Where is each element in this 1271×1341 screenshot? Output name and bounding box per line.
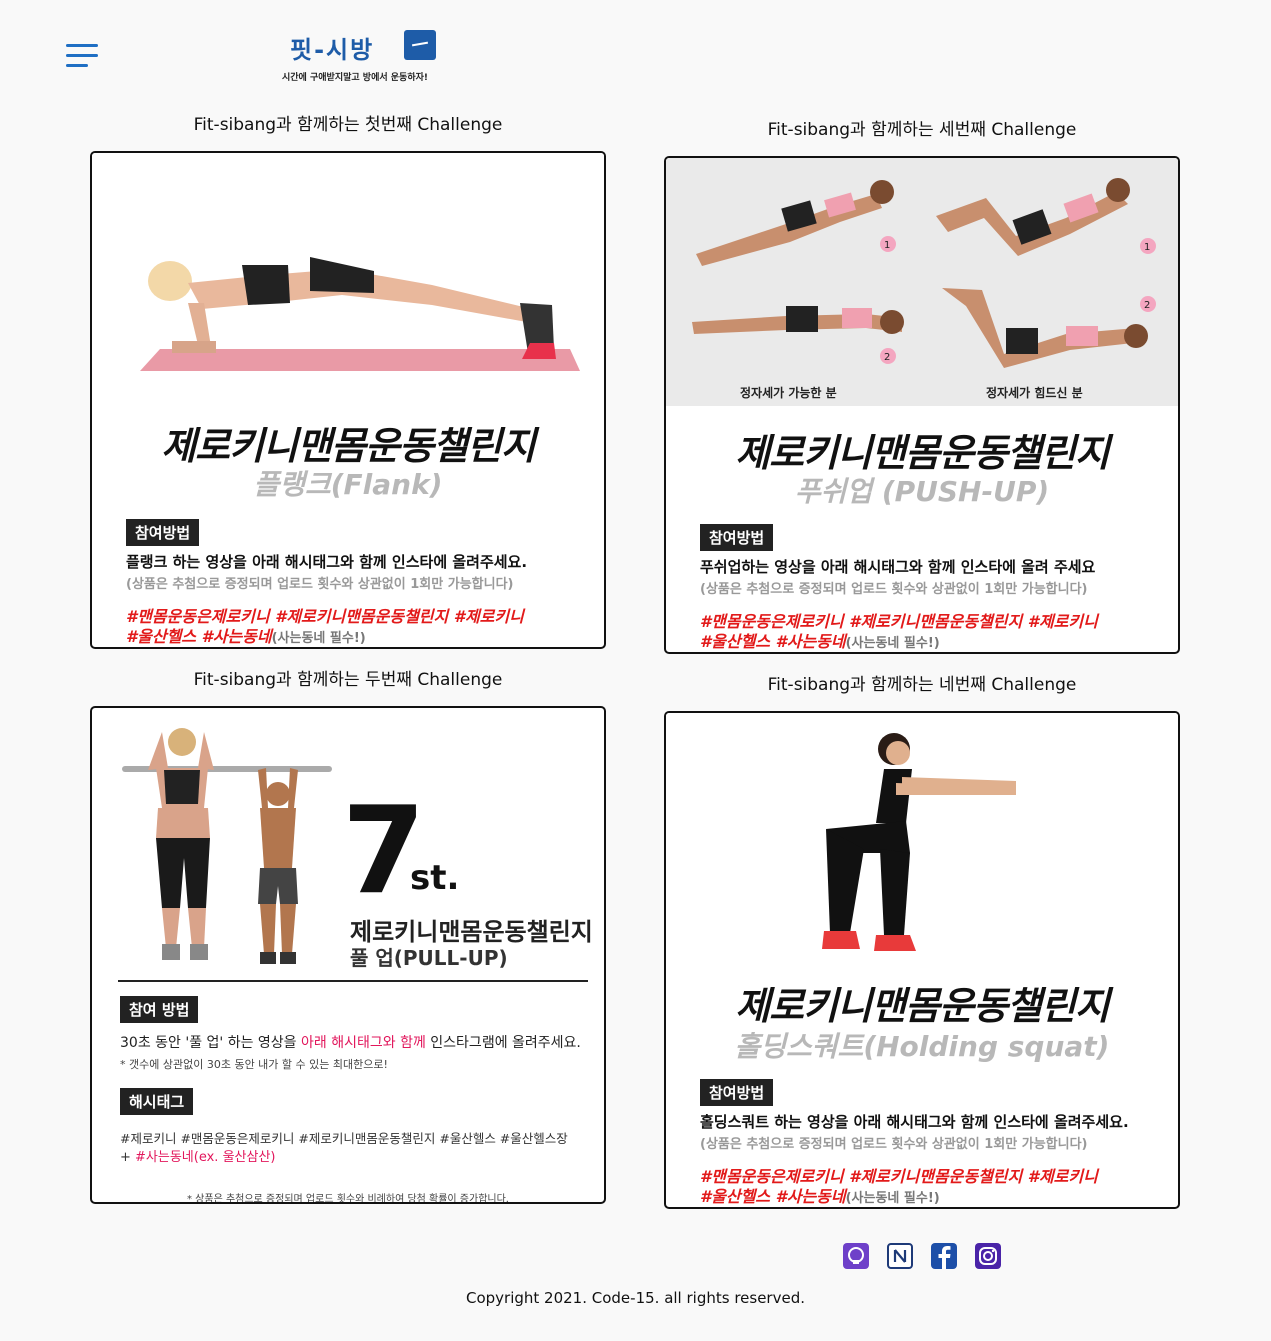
photo-caption-right: 정자세가 힘드신 분 xyxy=(986,386,1083,400)
divider xyxy=(118,980,588,982)
hashtags-text: #울산헬스 #사는동네 xyxy=(700,1187,846,1206)
plank-photo xyxy=(92,153,604,393)
pullup-photo xyxy=(122,728,332,964)
logo-badge-icon xyxy=(404,30,436,60)
challenge-headline: 제로키니맨몸운동챌린지 xyxy=(735,984,1110,1028)
svg-text:2: 2 xyxy=(884,352,890,363)
instruction-text: 홀딩스쿼트 하는 영상을 아래 해시태그와 함께 인스타에 올려주세요. xyxy=(700,1113,1129,1131)
challenge-card-2: Fit-sibang과 함께하는 두번째 Challenge 7 st. 제로키… xyxy=(90,668,606,1204)
logo-subtitle: 시간에 구애받지말고 방에서 운동하자! xyxy=(282,73,428,83)
footnote: * 상품은 추첨으로 증정되며 업로드 횟수와 비례하여 당첨 확률이 증가합니… xyxy=(187,1194,509,1204)
svg-text:1: 1 xyxy=(884,240,890,251)
challenge-image[interactable]: 제로키니맨몸운동챌린지 홀딩스쿼트(Holding squat) 참여방법 홀딩… xyxy=(664,711,1180,1209)
note-text: (상품은 추첨으로 증정되며 업로드 횟수와 상관없이 1회만 가능합니다) xyxy=(700,582,1088,597)
hashtags-note: (사는동네 필수!) xyxy=(845,1191,940,1206)
hashtags-note: (사는동네 필수!) xyxy=(845,636,940,651)
challenge-image[interactable]: 제로키니맨몸운동챌린지 플랭크(Flank) 참여방법 플랭크 하는 영상을 아… xyxy=(90,151,606,649)
instruction-part-a: 30초 동안 '풀 업' 하는 영상을 xyxy=(120,1035,302,1051)
hashtags-note: (사는동네 필수!) xyxy=(271,631,366,646)
svg-text:1: 1 xyxy=(1144,242,1150,253)
challenge-card-4: Fit-sibang과 함께하는 네번째 Challenge 제로키니맨몸운동챌… xyxy=(664,673,1180,1209)
hashtags-line-2: #울산헬스 #사는동네(사는동네 필수!) xyxy=(126,623,366,647)
instruction-text: 푸쉬업하는 영상을 아래 해시태그와 함께 인스타에 올려 주세요 xyxy=(700,558,1096,576)
challenge-subheadline: 플랭크(Flank) xyxy=(253,468,443,501)
challenge-image[interactable]: 7 st. 제로키니맨몸운동챌린지 풀 업(PULL-UP) 참여 방법 30초… xyxy=(90,706,606,1204)
instruction-text: 플랭크 하는 영상을 아래 해시태그와 함께 인스타에 올려주세요. xyxy=(126,553,528,571)
challenge-title: Fit-sibang과 함께하는 네번째 Challenge xyxy=(767,675,1077,695)
challenge-headline: 제로키니맨몸운동챌린지 xyxy=(161,424,536,468)
hamburger-menu-icon[interactable] xyxy=(66,42,100,72)
instruction-text: 30초 동안 '풀 업' 하는 영상을 아래 해시태그와 함께 인스타그램에 올… xyxy=(120,1032,581,1052)
hashtag-label: 해시태그 xyxy=(120,1088,194,1115)
notion-icon[interactable] xyxy=(887,1243,913,1269)
hashtags-plus: + xyxy=(120,1150,136,1165)
note-text: (상품은 추첨으로 증정되며 업로드 횟수와 상관없이 1회만 가능합니다) xyxy=(126,577,514,592)
hashtags-line-1: #제로키니 #맨몸운동은제로키니 #제로키니맨몸운동챌린지 #울산헬스 #울산헬… xyxy=(120,1131,568,1146)
participation-label: 참여방법 xyxy=(700,1079,774,1106)
hashtags-line-2: + #사는동네(ex. 울산삼산) xyxy=(120,1146,275,1165)
challenge-subheadline: 푸쉬업 (PUSH-UP) xyxy=(794,475,1050,508)
logo-title: 핏-시방 xyxy=(290,36,375,64)
note-text: * 갯수에 상관없이 30초 동안 내가 할 수 있는 최대한으로! xyxy=(120,1058,388,1071)
photo-caption-left: 정자세가 가능한 분 xyxy=(740,386,837,400)
hashtags-text: #울산헬스 #사는동네 xyxy=(126,627,272,646)
challenge-image[interactable]: 1 2 1 2 정자세가 가능한 분 정자세가 힘드신 분 제로키니맨몸운동챌린… xyxy=(664,156,1180,654)
hashtags-text: #사는동네(ex. 울산삼산) xyxy=(135,1150,276,1165)
site-logo[interactable]: 핏-시방 시간에 구애받지말고 방에서 운동하자! xyxy=(280,28,460,86)
participation-label: 참여 방법 xyxy=(120,996,199,1023)
challenge-headline: 제로키니맨몸운동챌린지 xyxy=(735,431,1110,475)
challenge-card-3: Fit-sibang과 함께하는 세번째 Challenge 1 2 1 2 정… xyxy=(664,118,1180,654)
copyright: Copyright 2021. Code-15. all rights rese… xyxy=(465,1289,805,1307)
squat-photo xyxy=(666,713,1178,973)
hashtags-text: #울산헬스 #사는동네 xyxy=(700,632,846,651)
challenge-card-1: Fit-sibang과 함께하는 첫번째 Challenge 제로키니맨몸운동챌… xyxy=(90,113,606,649)
challenge-subheadline: 홀딩스쿼트(Holding squat) xyxy=(734,1030,1110,1063)
challenge-subheadline: 풀 업(PULL-UP) xyxy=(350,946,508,970)
participation-label: 참여방법 xyxy=(700,524,774,551)
github-icon[interactable] xyxy=(843,1243,869,1269)
instruction-part-b: 아래 해시태그와 함께 xyxy=(301,1035,426,1051)
pushup-photo: 1 2 1 2 xyxy=(666,158,1178,406)
facebook-icon[interactable] xyxy=(931,1243,957,1269)
challenge-title: Fit-sibang과 함께하는 두번째 Challenge xyxy=(193,670,503,690)
challenge-title: Fit-sibang과 함께하는 첫번째 Challenge xyxy=(193,115,503,135)
instruction-part-c: 인스타그램에 올려주세요. xyxy=(425,1035,581,1051)
participation-label: 참여방법 xyxy=(126,519,200,546)
note-text: (상품은 추첨으로 증정되며 업로드 횟수와 상관없이 1회만 가능합니다) xyxy=(700,1137,1088,1152)
instagram-icon[interactable] xyxy=(975,1243,1001,1269)
big-suffix: st. xyxy=(410,858,460,898)
hashtags-line-2: #울산헬스 #사는동네(사는동네 필수!) xyxy=(700,1183,940,1207)
hashtags-line-2: #울산헬스 #사는동네(사는동네 필수!) xyxy=(700,628,940,652)
challenge-title: Fit-sibang과 함께하는 세번째 Challenge xyxy=(767,120,1077,140)
svg-text:2: 2 xyxy=(1144,300,1150,311)
